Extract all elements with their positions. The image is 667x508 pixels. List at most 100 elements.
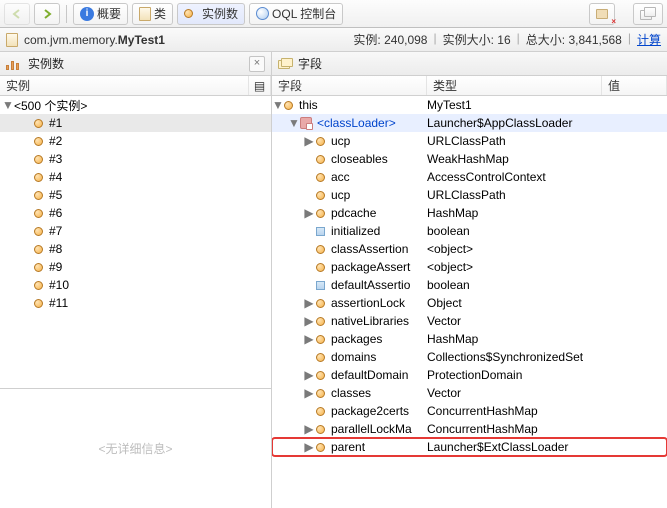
field-row[interactable]: closeablesWeakHashMap: [272, 150, 667, 168]
field-row[interactable]: ▶packagesHashMap: [272, 330, 667, 348]
instances-button[interactable]: 实例数: [177, 3, 245, 25]
bullet-icon: [316, 425, 325, 434]
back-button[interactable]: [4, 3, 30, 25]
classloader-icon: [300, 117, 312, 129]
bullet-icon: [316, 371, 325, 380]
field-type: boolean: [427, 278, 602, 292]
calc-link[interactable]: 计算: [637, 31, 661, 48]
field-name: classes: [331, 386, 371, 400]
instances-column-header[interactable]: 实例: [6, 77, 30, 94]
instance-row[interactable]: #9: [0, 258, 271, 276]
field-row[interactable]: ▼thisMyTest1: [272, 96, 667, 114]
instance-label: #2: [49, 134, 62, 148]
bullet-icon: [316, 317, 325, 326]
instance-row[interactable]: #7: [0, 222, 271, 240]
field-row[interactable]: ▶nativeLibrariesVector: [272, 312, 667, 330]
field-row[interactable]: ▶pdcacheHashMap: [272, 204, 667, 222]
instance-label: #7: [49, 224, 62, 238]
bullet-icon: [34, 173, 43, 182]
field-row[interactable]: packageAssert<object>: [272, 258, 667, 276]
chevron-right-icon[interactable]: ▶: [304, 296, 314, 310]
chevron-right-icon[interactable]: ▶: [304, 368, 314, 382]
field-name: package2certs: [331, 404, 409, 418]
field-type: URLClassPath: [427, 134, 602, 148]
field-row[interactable]: classAssertion<object>: [272, 240, 667, 258]
field-row[interactable]: ▼<classLoader>Launcher$AppClassLoader: [272, 114, 667, 132]
instance-label: #3: [49, 152, 62, 166]
field-row[interactable]: defaultAssertio boolean: [272, 276, 667, 294]
field-name: packageAssert: [331, 260, 410, 274]
instance-label: #1: [49, 116, 62, 130]
instance-row[interactable]: #1: [0, 114, 271, 132]
overview-label: 概要: [97, 5, 121, 22]
chevron-down-icon[interactable]: ▼: [272, 98, 282, 112]
field-row[interactable]: package2certsConcurrentHashMap: [272, 402, 667, 420]
instances-tree[interactable]: ▼<500 个实例> #1 #2 #3 #4#5#6 #7 #8 #9#10#11: [0, 96, 271, 388]
field-type: Vector: [427, 386, 602, 400]
instance-row[interactable]: #4: [0, 168, 271, 186]
field-row[interactable]: domainsCollections$SynchronizedSet: [272, 348, 667, 366]
field-row[interactable]: ▶ucpURLClassPath: [272, 132, 667, 150]
instance-label: #8: [49, 242, 62, 256]
classes-button[interactable]: 类: [132, 3, 173, 25]
instance-row[interactable]: #6: [0, 204, 271, 222]
field-name: defaultAssertio: [331, 278, 410, 292]
overview-button[interactable]: i 概要: [73, 3, 128, 25]
instance-row[interactable]: #11: [0, 294, 271, 312]
instance-row[interactable]: #2: [0, 132, 271, 150]
chevron-right-icon[interactable]: ▶: [304, 332, 314, 346]
views-button[interactable]: [633, 3, 663, 25]
type-column-header[interactable]: 类型: [433, 77, 457, 94]
value-column-header[interactable]: 值: [608, 77, 620, 94]
field-type: ProtectionDomain: [427, 368, 602, 382]
panel-close-button[interactable]: ×: [249, 56, 265, 72]
bullet-icon: [316, 443, 325, 452]
field-row[interactable]: ▶assertionLockObject: [272, 294, 667, 312]
instance-row[interactable]: #5: [0, 186, 271, 204]
bullet-icon: [316, 191, 325, 200]
primitive-icon: [316, 227, 325, 236]
bullet-icon: [34, 119, 43, 128]
field-name: acc: [331, 170, 350, 184]
oql-button[interactable]: OQL 控制台: [249, 3, 343, 25]
field-row[interactable]: initializedboolean: [272, 222, 667, 240]
chevron-right-icon[interactable]: ▶: [304, 314, 314, 328]
column-config-button[interactable]: ▤: [249, 76, 271, 95]
chevron-right-icon[interactable]: ▶: [304, 422, 314, 436]
field-row[interactable]: ▶parallelLockMaConcurrentHashMap: [272, 420, 667, 438]
bullet-icon: [34, 155, 43, 164]
forward-button[interactable]: [34, 3, 60, 25]
field-row[interactable]: ucpURLClassPath: [272, 186, 667, 204]
forward-icon: [41, 8, 53, 20]
chevron-right-icon[interactable]: ▶: [304, 386, 314, 400]
field-name: this: [299, 98, 318, 112]
field-column-header[interactable]: 字段: [278, 77, 302, 94]
field-name: parent: [331, 440, 365, 454]
class-package: com.jvm.memory.: [24, 33, 118, 47]
chevron-right-icon[interactable]: ▶: [304, 440, 314, 454]
instance-row[interactable]: #10: [0, 276, 271, 294]
total-size-label: 总大小: 3,841,568: [526, 31, 622, 48]
instance-row[interactable]: #3: [0, 150, 271, 168]
info-icon: i: [80, 7, 94, 21]
field-row[interactable]: ▶ classes Vector: [272, 384, 667, 402]
inst-size-label: 实例大小: 16: [443, 31, 511, 48]
disclosure-icon: ▼: [2, 98, 12, 112]
remove-module-button[interactable]: ×: [589, 3, 615, 25]
field-row[interactable]: accAccessControlContext: [272, 168, 667, 186]
field-type: ConcurrentHashMap: [427, 422, 602, 436]
field-name: domains: [331, 350, 376, 364]
instance-row[interactable]: #8: [0, 240, 271, 258]
field-row[interactable]: ▶ defaultDomain ProtectionDomain: [272, 366, 667, 384]
chevron-right-icon[interactable]: ▶: [304, 206, 314, 220]
fields-tree[interactable]: ▼thisMyTest1▼<classLoader>Launcher$AppCl…: [272, 96, 667, 508]
field-name: defaultDomain: [331, 368, 408, 382]
remove-x-icon: ×: [611, 17, 616, 26]
class-file-icon: [6, 33, 18, 47]
fields-panel-icon: [278, 58, 292, 70]
field-name: initialized: [331, 224, 380, 238]
instances-root-row[interactable]: ▼<500 个实例>: [0, 96, 271, 114]
field-row[interactable]: ▶parentLauncher$ExtClassLoader: [272, 438, 667, 456]
chevron-right-icon[interactable]: ▶: [304, 134, 314, 148]
chevron-down-icon[interactable]: ▼: [288, 116, 298, 130]
